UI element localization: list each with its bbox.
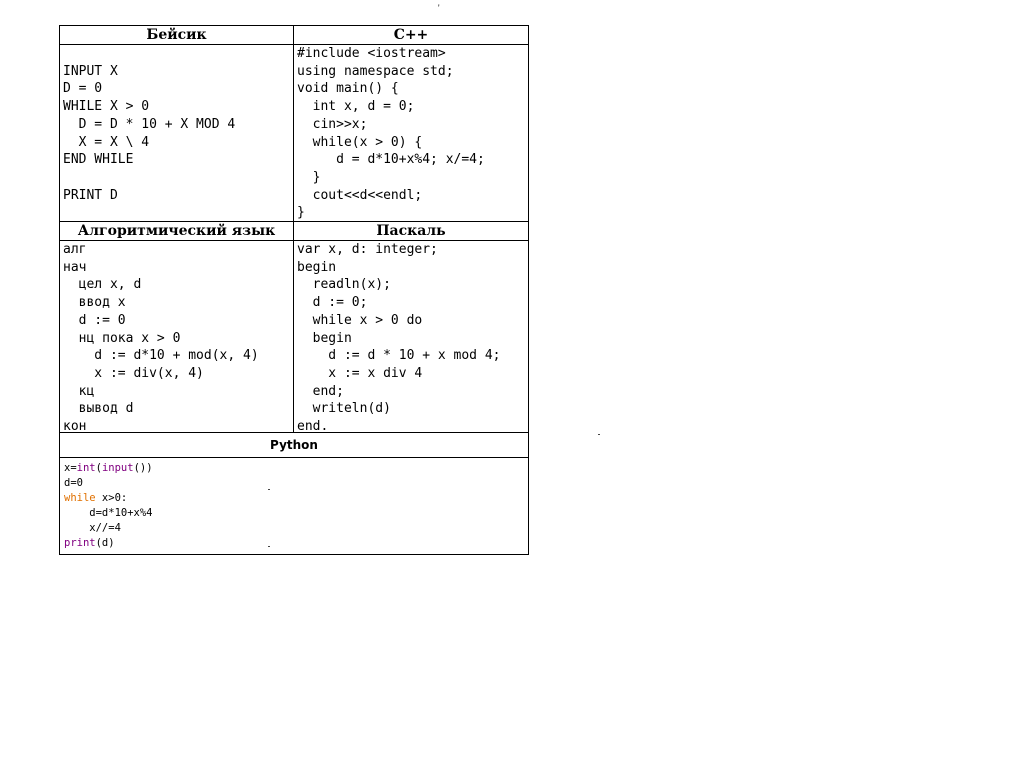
python-line: print(d) xyxy=(64,536,524,551)
basic-cell: Бейсик INPUT X D = 0 WHILE X > 0 D = D *… xyxy=(60,26,294,221)
python-token: int xyxy=(76,462,96,474)
row-algo-pascal: Алгоритмический язык алг нач цел x, d вв… xyxy=(60,222,528,435)
python-line: d=0 xyxy=(64,476,524,491)
python-token: while xyxy=(64,492,96,504)
pascal-code: var x, d: integer; begin readln(x); d :=… xyxy=(297,242,501,435)
row-basic-cpp: Бейсик INPUT X D = 0 WHILE X > 0 D = D *… xyxy=(60,26,528,222)
python-section: Python x=int(input()) d=0 while x>0: d=d*1… xyxy=(60,433,528,554)
stray-dot xyxy=(268,489,270,490)
python-token: d=0 xyxy=(64,477,83,489)
cpp-header: C++ xyxy=(294,26,528,45)
pascal-header: Паскаль xyxy=(294,222,528,241)
algo-code: алг нач цел x, d ввод x d := 0 нц пока x… xyxy=(63,242,259,435)
pascal-cell: Паскаль var x, d: integer; begin readln(… xyxy=(294,222,528,435)
python-header: Python xyxy=(60,433,528,458)
cpp-cell: C++ #include <iostream> using namespace … xyxy=(294,26,528,221)
python-line: d=d*10+x%4 xyxy=(64,506,524,521)
cpp-code: #include <iostream> using namespace std;… xyxy=(297,46,485,221)
tick-mark: ' xyxy=(438,3,440,13)
python-line: while x>0: xyxy=(64,491,524,506)
python-line: x=int(input()) xyxy=(64,461,524,476)
python-token: print xyxy=(64,537,96,549)
python-token: input xyxy=(101,462,134,474)
python-code: x=int(input()) d=0 while x>0: d=d*10+x%4 x… xyxy=(60,458,528,554)
python-token: ()) xyxy=(133,462,153,474)
python-token: (d) xyxy=(95,537,115,549)
basic-header: Бейсик xyxy=(60,26,293,45)
python-line: x//=4 xyxy=(64,521,524,536)
algo-header: Алгоритмический язык xyxy=(60,222,293,241)
code-comparison-table: Бейсик INPUT X D = 0 WHILE X > 0 D = D *… xyxy=(59,25,529,555)
python-token: x= xyxy=(64,462,77,474)
python-token: d=d*10+x%4 xyxy=(64,507,153,519)
stray-dot xyxy=(268,546,270,547)
python-token: x//=4 xyxy=(64,522,121,534)
algo-cell: Алгоритмический язык алг нач цел x, d вв… xyxy=(60,222,294,435)
python-token: x>0: xyxy=(95,492,128,504)
stray-dot xyxy=(598,434,600,435)
basic-code: INPUT X D = 0 WHILE X > 0 D = D * 10 + X… xyxy=(63,63,236,203)
